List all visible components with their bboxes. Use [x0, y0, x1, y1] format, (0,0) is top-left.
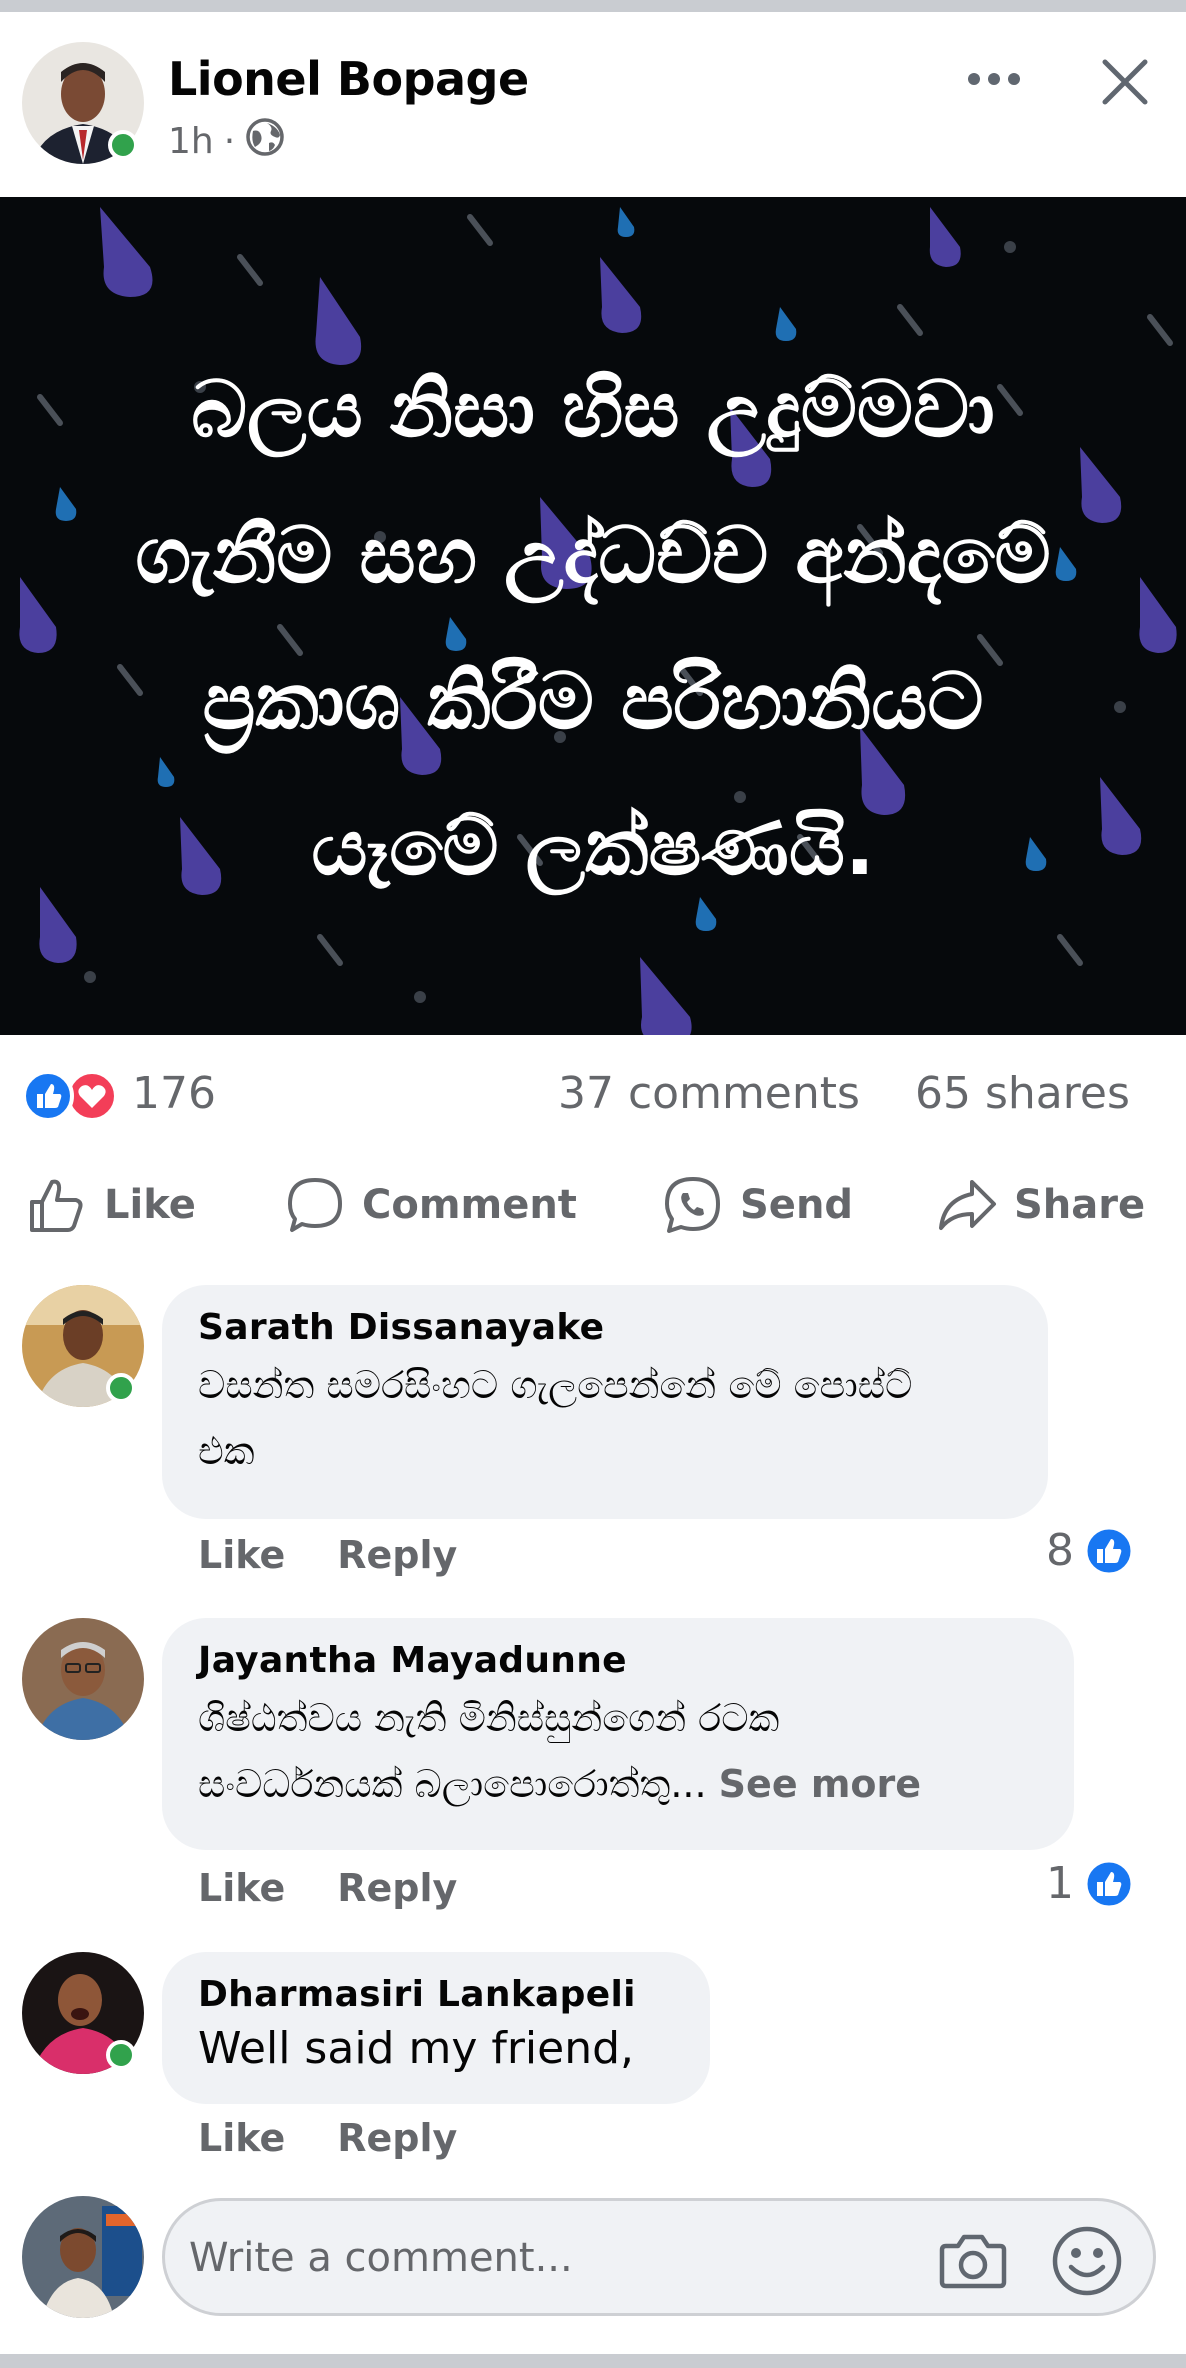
close-button[interactable]	[1095, 52, 1155, 112]
online-status-dot	[106, 2040, 136, 2070]
send-label: Send	[740, 1182, 854, 1228]
like-label: Like	[104, 1182, 196, 1228]
top-divider	[0, 0, 1186, 12]
comment-line: එක	[198, 1429, 255, 1473]
comment-item: Jayantha Mayadunne ශිෂ්ඨත්වය නැති මිනිස්…	[0, 1618, 1186, 1923]
comment-like-button[interactable]: Like	[198, 2116, 285, 2160]
like-button[interactable]: Like	[26, 1160, 196, 1250]
comment-input[interactable]: Write a comment...	[162, 2198, 1156, 2316]
comment-actions: Like Reply	[198, 1866, 457, 1910]
comment-bubble[interactable]: Dharmasiri Lankapeli Well said my friend…	[162, 1952, 710, 2104]
commenter-name[interactable]: Dharmasiri Lankapeli	[198, 1974, 674, 2015]
comment-line: සංවර්ධනයක් බලාපොරොත්තු...	[198, 1762, 707, 1806]
reactions-summary: 176 37 comments 65 shares	[0, 1050, 1186, 1140]
comment-like-count[interactable]: 1	[1046, 1858, 1134, 1909]
comment-bubble[interactable]: Sarath Dissanayake වසන්ත සමරසිංහට ගැලපෙන…	[162, 1285, 1048, 1519]
quote-line: බලය නිසා හිස උදුම්මවා	[191, 365, 995, 455]
comment-line-wrap: සංවර්ධනයක් බලාපොරොත්තු... See more	[198, 1751, 1038, 1817]
like-reaction-icon	[1084, 1859, 1134, 1908]
comment-likes-number: 1	[1046, 1858, 1074, 1909]
comment-likes-number: 8	[1046, 1525, 1074, 1576]
reaction-icons[interactable]	[22, 1070, 122, 1122]
more-icon	[968, 73, 1020, 85]
commenter-name[interactable]: Jayantha Mayadunne	[198, 1640, 1038, 1681]
comment-reply-button[interactable]: Reply	[337, 2116, 457, 2160]
comment-item: Sarath Dissanayake වසන්ත සමරසිංහට ගැලපෙන…	[0, 1285, 1186, 1590]
post-time[interactable]: 1h	[168, 121, 214, 162]
share-label: Share	[1014, 1182, 1146, 1228]
more-options-button[interactable]	[964, 54, 1024, 104]
bottom-divider	[0, 2354, 1186, 2368]
comment-item: Dharmasiri Lankapeli Well said my friend…	[0, 1952, 1186, 2172]
post-meta: 1h ·	[168, 117, 285, 166]
commenter-name[interactable]: Sarath Dissanayake	[198, 1307, 1012, 1348]
post-image[interactable]: බලය නිසා හිස උදුම්මවා ගැනීම සහ උද්ධච්ච අ…	[0, 197, 1186, 1035]
quote-line: ප්‍රකාශ කිරීම පරිහානියට	[202, 657, 984, 747]
quote-line: යෑමේ ලක්ෂණයි.	[311, 803, 875, 893]
meta-separator: ·	[223, 121, 236, 162]
commenter-avatar[interactable]	[22, 1618, 144, 1740]
comment-icon	[288, 1178, 342, 1232]
see-more-link[interactable]: See more	[719, 1762, 921, 1806]
camera-icon	[939, 2234, 1007, 2289]
comment-line: වසන්ත සමරසිංහට ගැලපෙන්නේ මේ පොස්ට්	[198, 1363, 913, 1407]
comment-like-count[interactable]: 8	[1046, 1525, 1134, 1576]
camera-button[interactable]	[933, 2221, 1013, 2301]
current-user-avatar[interactable]	[22, 2196, 144, 2318]
post-quote-text: බලය නිසා හිස උදුම්මවා ගැනීම සහ උද්ධච්ච අ…	[40, 337, 1146, 921]
comment-line: Well said my friend,	[198, 2023, 635, 2074]
comment-like-button[interactable]: Like	[198, 1866, 285, 1910]
share-icon	[939, 1180, 996, 1230]
online-status-dot	[106, 1373, 136, 1403]
comment-bubble[interactable]: Jayantha Mayadunne ශිෂ්ඨත්වය නැති මිනිස්…	[162, 1618, 1074, 1850]
comment-button[interactable]: Comment	[284, 1160, 577, 1250]
comment-reply-button[interactable]: Reply	[337, 1533, 457, 1577]
comment-text: Well said my friend,	[198, 2021, 674, 2077]
comment-text: ශිෂ්ඨත්වය නැති මිනිස්සුන්ගෙන් රටක සංවර්ධ…	[198, 1685, 1038, 1817]
comment-actions: Like Reply	[198, 2116, 457, 2160]
reactions-count[interactable]: 176	[132, 1068, 216, 1119]
quote-line: ගැනීම සහ උද්ධච්ච අන්දමේ	[135, 511, 1051, 601]
comment-line: ශිෂ්ඨත්වය නැති මිනිස්සුන්ගෙන් රටක	[198, 1696, 780, 1740]
post-header: Lionel Bopage 1h ·	[0, 12, 1186, 197]
like-reaction-icon	[1084, 1526, 1134, 1575]
comment-input-placeholder: Write a comment...	[189, 2235, 573, 2281]
post-author-name[interactable]: Lionel Bopage	[168, 52, 529, 106]
post-action-bar: Like Comment Send Share	[0, 1160, 1186, 1250]
comment-label: Comment	[362, 1182, 577, 1228]
shares-count[interactable]: 65 shares	[915, 1068, 1130, 1119]
online-status-dot	[108, 130, 138, 160]
comment-text: වසන්ත සමරසිංහට ගැලපෙන්නේ මේ පොස්ට් එක	[198, 1352, 1012, 1484]
send-icon	[665, 1177, 720, 1233]
emoji-button[interactable]	[1045, 2219, 1129, 2303]
send-button[interactable]: Send	[662, 1160, 853, 1250]
comment-reply-button[interactable]: Reply	[337, 1866, 457, 1910]
comment-like-button[interactable]: Like	[198, 1533, 285, 1577]
emoji-icon	[1052, 2226, 1122, 2296]
comment-actions: Like Reply	[198, 1533, 457, 1577]
globe-icon	[245, 117, 285, 166]
like-icon	[30, 1179, 83, 1232]
close-icon	[1102, 59, 1148, 105]
comment-composer: Write a comment...	[0, 2190, 1186, 2320]
comments-count[interactable]: 37 comments	[558, 1068, 860, 1119]
share-button[interactable]: Share	[936, 1160, 1145, 1250]
